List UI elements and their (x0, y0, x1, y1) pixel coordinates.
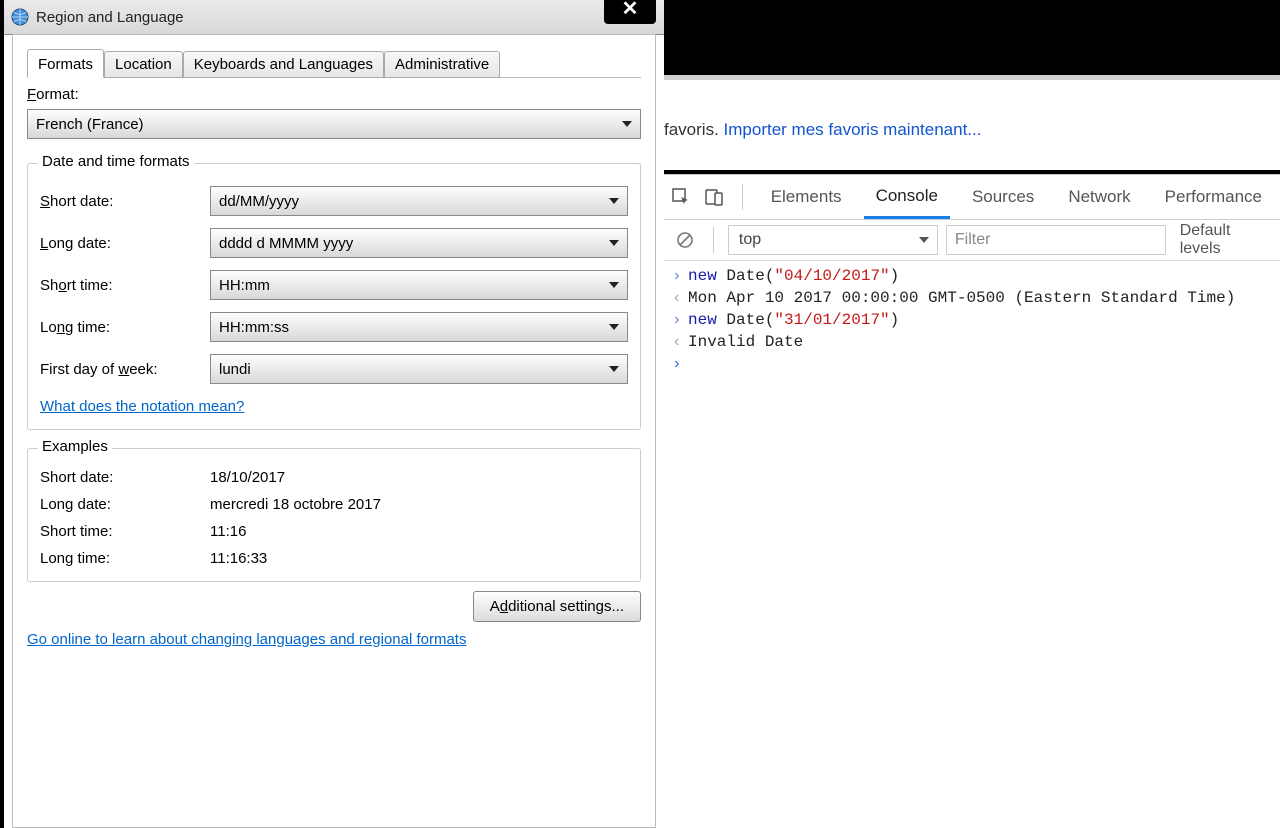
devtools-tabbar: Elements Console Sources Network Perform… (664, 175, 1280, 220)
format-combo-value: French (France) (36, 116, 144, 133)
combo-short-date[interactable]: dd/MM/yyyy (210, 186, 628, 216)
notation-link[interactable]: What does the notation mean? (40, 398, 244, 415)
chevron-left-icon (672, 289, 688, 307)
example-long-date: Long date: mercredi 18 octobre 2017 (40, 496, 628, 513)
chevron-down-icon (609, 198, 619, 204)
chevron-down-icon (609, 324, 619, 330)
chevron-down-icon (609, 366, 619, 372)
label-short-date: Short date: (40, 193, 210, 210)
tab-formats[interactable]: Formats (27, 49, 104, 78)
label-first-day: First day of week: (40, 361, 210, 378)
bookmarks-bar-hint: favoris. Importer mes favoris maintenant… (664, 80, 1280, 140)
log-level-dropdown[interactable]: Default levels (1180, 222, 1272, 258)
chevron-right-icon (672, 267, 688, 285)
format-label: Format: (27, 86, 641, 103)
chevron-down-icon (919, 237, 929, 243)
inspect-element-icon[interactable] (670, 183, 693, 211)
label-long-date: Long date: (40, 235, 210, 252)
console-prompt[interactable] (664, 353, 1280, 375)
execution-context-select[interactable]: top (728, 225, 938, 255)
chevron-right-icon (672, 311, 688, 329)
close-icon: ✕ (622, 0, 639, 20)
row-long-time: Long time: HH:mm:ss (40, 312, 628, 342)
online-link[interactable]: Go online to learn about changing langua… (27, 631, 466, 648)
combo-short-time[interactable]: HH:mm (210, 270, 628, 300)
dialog-title: Region and Language (36, 9, 184, 26)
tab-administrative[interactable]: Administrative (384, 51, 500, 78)
console-input-line: new Date("31/01/2017") (664, 309, 1280, 331)
combo-long-time[interactable]: HH:mm:ss (210, 312, 628, 342)
console-filter-input[interactable]: Filter (946, 225, 1166, 255)
import-favorites-link[interactable]: Importer mes favoris maintenant... (724, 120, 982, 139)
devtools-tab-sources[interactable]: Sources (960, 177, 1046, 217)
devtools-tab-performance[interactable]: Performance (1153, 177, 1274, 217)
example-short-time: Short time: 11:16 (40, 523, 628, 540)
dialog-titlebar[interactable]: Region and Language ✕ (4, 0, 664, 35)
tab-location[interactable]: Location (104, 51, 183, 78)
console-output-line: Invalid Date (664, 331, 1280, 353)
row-short-date: Short date: dd/MM/yyyy (40, 186, 628, 216)
dialog-body: Formats Location Keyboards and Languages… (12, 34, 656, 828)
combo-long-date[interactable]: dddd d MMMM yyyy (210, 228, 628, 258)
console-toolbar: top Filter Default levels (664, 220, 1280, 261)
example-short-date: Short date: 18/10/2017 (40, 469, 628, 486)
devtools-tab-console[interactable]: Console (864, 176, 950, 219)
devtools-tab-network[interactable]: Network (1056, 177, 1142, 217)
globe-icon (10, 7, 30, 27)
chevron-down-icon (609, 282, 619, 288)
examples-legend: Examples (38, 438, 112, 455)
label-long-time: Long time: (40, 319, 210, 336)
row-first-day: First day of week: lundi (40, 354, 628, 384)
devtools-tab-elements[interactable]: Elements (759, 177, 854, 217)
console-output-line: Mon Apr 10 2017 00:00:00 GMT-0500 (Easte… (664, 287, 1280, 309)
browser-page: favoris. Importer mes favoris maintenant… (664, 80, 1280, 170)
additional-settings-button[interactable]: Additional settings... (473, 591, 641, 622)
region-language-dialog: Region and Language ✕ Formats Location K… (4, 0, 664, 828)
devtools-panel: Elements Console Sources Network Perform… (664, 174, 1280, 828)
device-toolbar-icon[interactable] (703, 183, 726, 211)
row-long-date: Long date: dddd d MMMM yyyy (40, 228, 628, 258)
example-long-time: Long time: 11:16:33 (40, 550, 628, 567)
date-time-formats-group: Date and time formats Short date: dd/MM/… (27, 163, 641, 430)
label-short-time: Short time: (40, 277, 210, 294)
format-combo[interactable]: French (France) (27, 109, 641, 139)
clear-console-icon[interactable] (672, 226, 699, 254)
chevron-down-icon (609, 240, 619, 246)
close-button[interactable]: ✕ (604, 0, 656, 24)
examples-group: Examples Short date: 18/10/2017 Long dat… (27, 448, 641, 582)
tab-keyboards[interactable]: Keyboards and Languages (183, 51, 384, 78)
console-output: new Date("04/10/2017")Mon Apr 10 2017 00… (664, 261, 1280, 379)
console-input-line: new Date("04/10/2017") (664, 265, 1280, 287)
chevron-right-icon (672, 355, 688, 373)
chevron-left-icon (672, 333, 688, 351)
chevron-down-icon (622, 121, 632, 127)
combo-first-day[interactable]: lundi (210, 354, 628, 384)
date-time-formats-legend: Date and time formats (38, 153, 194, 170)
browser-window: favoris. Importer mes favoris maintenant… (664, 0, 1280, 828)
dialog-tabstrip: Formats Location Keyboards and Languages… (27, 45, 641, 78)
row-short-time: Short time: HH:mm (40, 270, 628, 300)
